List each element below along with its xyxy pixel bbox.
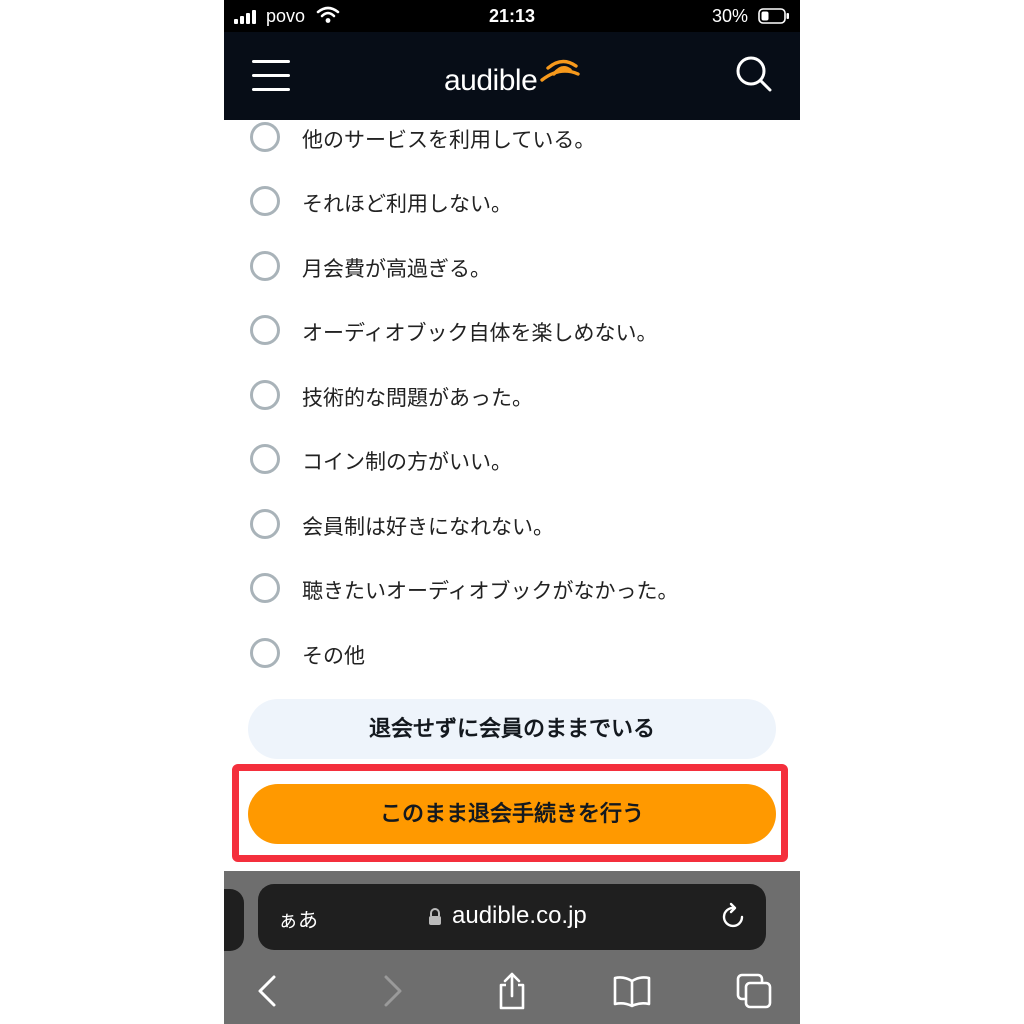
tabs-icon[interactable] bbox=[734, 971, 774, 1011]
reload-icon[interactable] bbox=[718, 902, 748, 932]
text-size-button[interactable]: ぁあ bbox=[278, 904, 318, 933]
proceed-cancel-button[interactable]: このまま退会手続きを行う bbox=[248, 784, 776, 844]
stay-member-button[interactable]: 退会せずに会員のままでいる bbox=[248, 699, 776, 759]
radio-button[interactable] bbox=[250, 186, 280, 216]
reason-option[interactable]: それほど利用しない。 bbox=[248, 184, 768, 224]
reason-option[interactable]: 会員制は好きになれない。 bbox=[248, 507, 768, 547]
previous-tab-edge[interactable] bbox=[224, 889, 244, 951]
share-icon[interactable] bbox=[492, 971, 532, 1011]
reason-label: それほど利用しない。 bbox=[302, 192, 512, 216]
reason-label: 他のサービスを利用している。 bbox=[302, 128, 596, 152]
forward-icon[interactable] bbox=[372, 971, 412, 1011]
audible-wave-icon bbox=[540, 59, 580, 82]
radio-button[interactable] bbox=[250, 251, 280, 281]
app-header: audible bbox=[224, 32, 800, 120]
reason-option[interactable]: 技術的な問題があった。 bbox=[248, 378, 768, 418]
reason-label: 聴きたいオーディオブックがなかった。 bbox=[302, 579, 679, 603]
battery-icon bbox=[758, 8, 789, 24]
battery-percent: 30% bbox=[711, 6, 748, 26]
radio-button[interactable] bbox=[250, 380, 280, 410]
reason-label: その他 bbox=[302, 644, 365, 668]
status-bar: povo 21:13 30% bbox=[224, 0, 800, 32]
reason-label: 技術的な問題があった。 bbox=[302, 386, 533, 410]
phone-screen: povo 21:13 30% audible 他のサービスを利用している。 それ… bbox=[224, 0, 800, 1024]
bookmarks-icon[interactable] bbox=[612, 971, 652, 1011]
radio-button[interactable] bbox=[250, 509, 280, 539]
hamburger-menu-icon[interactable] bbox=[252, 60, 292, 92]
reason-label: 会員制は好きになれない。 bbox=[302, 515, 554, 539]
radio-button[interactable] bbox=[250, 444, 280, 474]
reason-label: コイン制の方がいい。 bbox=[302, 450, 512, 474]
reason-option[interactable]: 月会費が高過ぎる。 bbox=[248, 249, 768, 289]
url-text: audible.co.jp bbox=[452, 902, 587, 929]
browser-toolbar: ぁあ audible.co.jp bbox=[224, 871, 800, 1024]
lock-icon bbox=[429, 908, 441, 925]
reason-label: オーディオブック自体を楽しめない。 bbox=[302, 321, 658, 345]
reason-option[interactable]: コイン制の方がいい。 bbox=[248, 442, 768, 482]
reason-option[interactable]: 他のサービスを利用している。 bbox=[248, 120, 768, 160]
radio-button[interactable] bbox=[250, 573, 280, 603]
back-icon[interactable] bbox=[248, 971, 288, 1011]
radio-button[interactable] bbox=[250, 638, 280, 668]
reason-option[interactable]: 聴きたいオーディオブックがなかった。 bbox=[248, 571, 768, 611]
search-icon[interactable] bbox=[734, 54, 774, 94]
radio-button[interactable] bbox=[250, 315, 280, 345]
audible-logo[interactable]: audible bbox=[442, 50, 582, 100]
reason-option[interactable]: その他 bbox=[248, 636, 768, 676]
radio-button[interactable] bbox=[250, 122, 280, 152]
logo-text: audible bbox=[444, 64, 538, 97]
address-bar[interactable]: ぁあ audible.co.jp bbox=[258, 884, 766, 950]
reason-option[interactable]: オーディオブック自体を楽しめない。 bbox=[248, 313, 768, 353]
reason-label: 月会費が高過ぎる。 bbox=[302, 257, 491, 281]
